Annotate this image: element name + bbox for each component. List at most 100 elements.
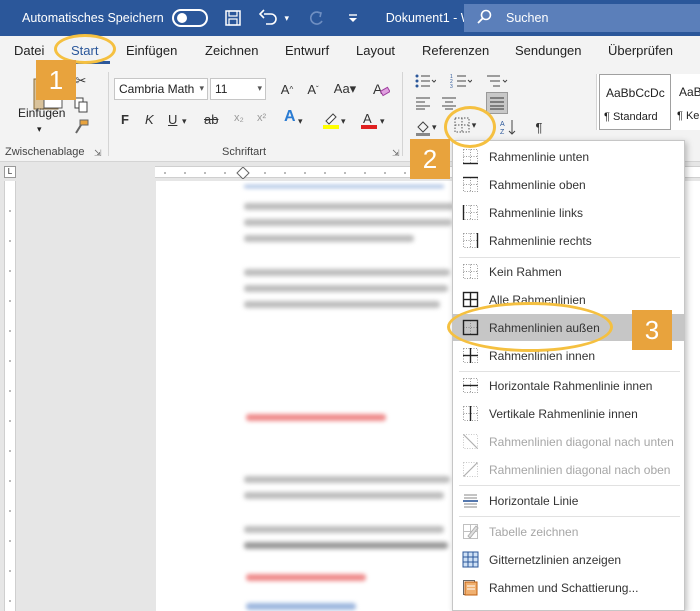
menu-item-border-bottom[interactable]: Rahmenlinie unten — [453, 143, 684, 170]
blurred-text-line — [244, 203, 454, 210]
font-size-combo[interactable]: 11 ▾ — [210, 78, 266, 100]
clear-formatting-icon[interactable]: A — [372, 80, 390, 98]
borders-dropdown-menu: Rahmenlinie unten Rahmenlinie oben Rahme… — [452, 140, 685, 611]
blurred-heading-line — [246, 414, 386, 421]
tab-referenzen[interactable]: Referenzen — [422, 43, 489, 58]
font-name-combo[interactable]: Cambria Math ▾ — [114, 78, 208, 100]
shading-icon[interactable] — [414, 118, 432, 136]
shrink-font-icon[interactable]: Aˇ — [302, 80, 324, 98]
menu-item-border-top[interactable]: Rahmenlinie oben — [453, 171, 684, 198]
shading-dropdown-icon[interactable]: ▾ — [432, 122, 437, 133]
borders-shading-icon — [462, 579, 479, 596]
redo-icon[interactable] — [306, 7, 328, 29]
format-painter-icon[interactable] — [72, 118, 90, 136]
blurred-text-line — [244, 526, 444, 533]
numbering-icon[interactable]: 123 — [448, 72, 474, 90]
text-effects-dropdown-icon[interactable]: ▾ — [298, 116, 303, 127]
show-paragraph-marks-icon[interactable]: ¶ — [530, 118, 548, 136]
style-standard[interactable]: AaBbCcDc ¶ Standard — [599, 74, 671, 130]
search-box[interactable]: Suchen — [464, 4, 700, 32]
undo-dropdown-icon[interactable]: ▾ — [282, 7, 292, 29]
blurred-text-line — [244, 542, 448, 549]
underline-button[interactable]: U — [168, 112, 177, 127]
border-right-icon — [462, 232, 479, 249]
align-left-icon[interactable] — [414, 94, 432, 112]
highlight-icon[interactable] — [322, 111, 340, 129]
blurred-text-line — [244, 285, 448, 292]
undo-icon[interactable] — [258, 7, 280, 29]
tab-zeichnen[interactable]: Zeichnen — [205, 43, 258, 58]
menu-item-border-right[interactable]: Rahmenlinie rechts — [453, 227, 684, 254]
tab-selector[interactable]: L — [4, 166, 16, 178]
justify-icon[interactable] — [486, 92, 508, 114]
diagonal-up-border-icon — [462, 461, 479, 478]
highlight-ring-outside-borders — [447, 302, 613, 352]
font-name-dropdown-icon[interactable]: ▾ — [199, 83, 204, 94]
font-size-dropdown-icon[interactable]: ▾ — [257, 83, 262, 94]
no-border-icon — [462, 263, 479, 280]
paste-label[interactable]: Einfügen — [18, 106, 65, 120]
menu-item-inside-vertical[interactable]: Vertikale Rahmenlinie innen — [453, 400, 684, 427]
autosave-toggle[interactable] — [171, 9, 208, 27]
draw-table-icon — [462, 523, 479, 540]
menu-item-inside-horizontal[interactable]: Horizontale Rahmenlinie innen — [453, 372, 684, 399]
change-case-icon[interactable]: Aa▾ — [332, 80, 358, 98]
inside-borders-icon — [462, 347, 479, 364]
clipboard-launcher-icon[interactable]: ⇲ — [94, 148, 102, 159]
group-divider — [402, 72, 403, 156]
svg-text:A: A — [373, 81, 383, 97]
svg-text:A: A — [363, 111, 372, 126]
grow-font-icon[interactable]: A ^ — [276, 80, 298, 98]
sort-icon[interactable]: AZ — [498, 118, 518, 136]
bold-button[interactable]: F — [121, 112, 129, 127]
font-size-value: 11 — [215, 82, 228, 96]
menu-item-border-left[interactable]: Rahmenlinie links — [453, 199, 684, 226]
paste-dropdown-icon[interactable]: ▾ — [37, 124, 42, 135]
menu-item-show-gridlines[interactable]: Gitternetzlinien anzeigen — [453, 546, 684, 573]
bullets-icon[interactable] — [412, 72, 438, 90]
highlight-dropdown-icon[interactable]: ▾ — [341, 116, 346, 127]
underline-dropdown-icon[interactable]: ▾ — [182, 116, 187, 127]
step-badge-2: 2 — [410, 139, 450, 179]
tab-sendungen[interactable]: Sendungen — [515, 43, 582, 58]
blurred-text-line — [244, 219, 452, 226]
tab-ueberpruefen[interactable]: Überprüfen — [608, 43, 673, 58]
font-color-icon[interactable]: A — [360, 111, 378, 129]
blurred-text-line — [244, 301, 440, 308]
style-no-spacing[interactable]: AaBb ¶ Kei — [673, 74, 700, 130]
menu-item-label: Rahmenlinien diagonal nach oben — [489, 463, 671, 477]
tab-layout[interactable]: Layout — [356, 43, 395, 58]
vertical-ruler[interactable] — [4, 181, 16, 611]
customize-qat-icon[interactable] — [342, 7, 364, 29]
menu-item-diagonal-down: Rahmenlinien diagonal nach unten — [453, 428, 684, 455]
search-icon — [476, 9, 492, 28]
tab-einfuegen[interactable]: Einfügen — [126, 43, 177, 58]
all-borders-icon — [462, 291, 479, 308]
menu-item-horizontal-line[interactable]: Horizontale Linie — [453, 487, 684, 514]
tab-datei[interactable]: Datei — [14, 43, 44, 58]
styles-gallery: AaBbCcDc ¶ Standard AaBb ¶ Kei — [596, 74, 700, 130]
multilevel-list-icon[interactable] — [484, 72, 510, 90]
menu-item-label: Vertikale Rahmenlinie innen — [489, 407, 638, 421]
save-icon[interactable] — [222, 7, 244, 29]
style-no-spacing-name: ¶ Kei — [677, 110, 700, 122]
tab-entwurf[interactable]: Entwurf — [285, 43, 329, 58]
blurred-text-line — [244, 269, 450, 276]
text-effects-icon[interactable]: A — [284, 108, 296, 126]
vertical-ruler-ticks — [9, 210, 11, 602]
superscript-button[interactable]: x² — [257, 112, 266, 124]
blurred-text-line — [244, 185, 444, 188]
menu-item-borders-shading[interactable]: Rahmen und Schattierung... — [453, 574, 684, 601]
title-bar: Automatisches Speichern ▾ Dokument1 - Wo… — [0, 0, 700, 36]
menu-item-no-border[interactable]: Kein Rahmen — [453, 258, 684, 285]
font-color-dropdown-icon[interactable]: ▾ — [380, 116, 385, 127]
inside-horizontal-border-icon — [462, 377, 479, 394]
strikethrough-button[interactable]: ab — [204, 112, 218, 127]
menu-item-label: Rahmenlinie unten — [489, 150, 590, 164]
menu-item-label: Gitternetzlinien anzeigen — [489, 553, 622, 567]
group-divider — [108, 72, 109, 156]
subscript-button[interactable]: x₂ — [234, 112, 244, 124]
style-no-spacing-sample: AaBb — [679, 85, 700, 99]
font-launcher-icon[interactable]: ⇲ — [392, 148, 400, 159]
italic-button[interactable]: K — [145, 112, 154, 127]
